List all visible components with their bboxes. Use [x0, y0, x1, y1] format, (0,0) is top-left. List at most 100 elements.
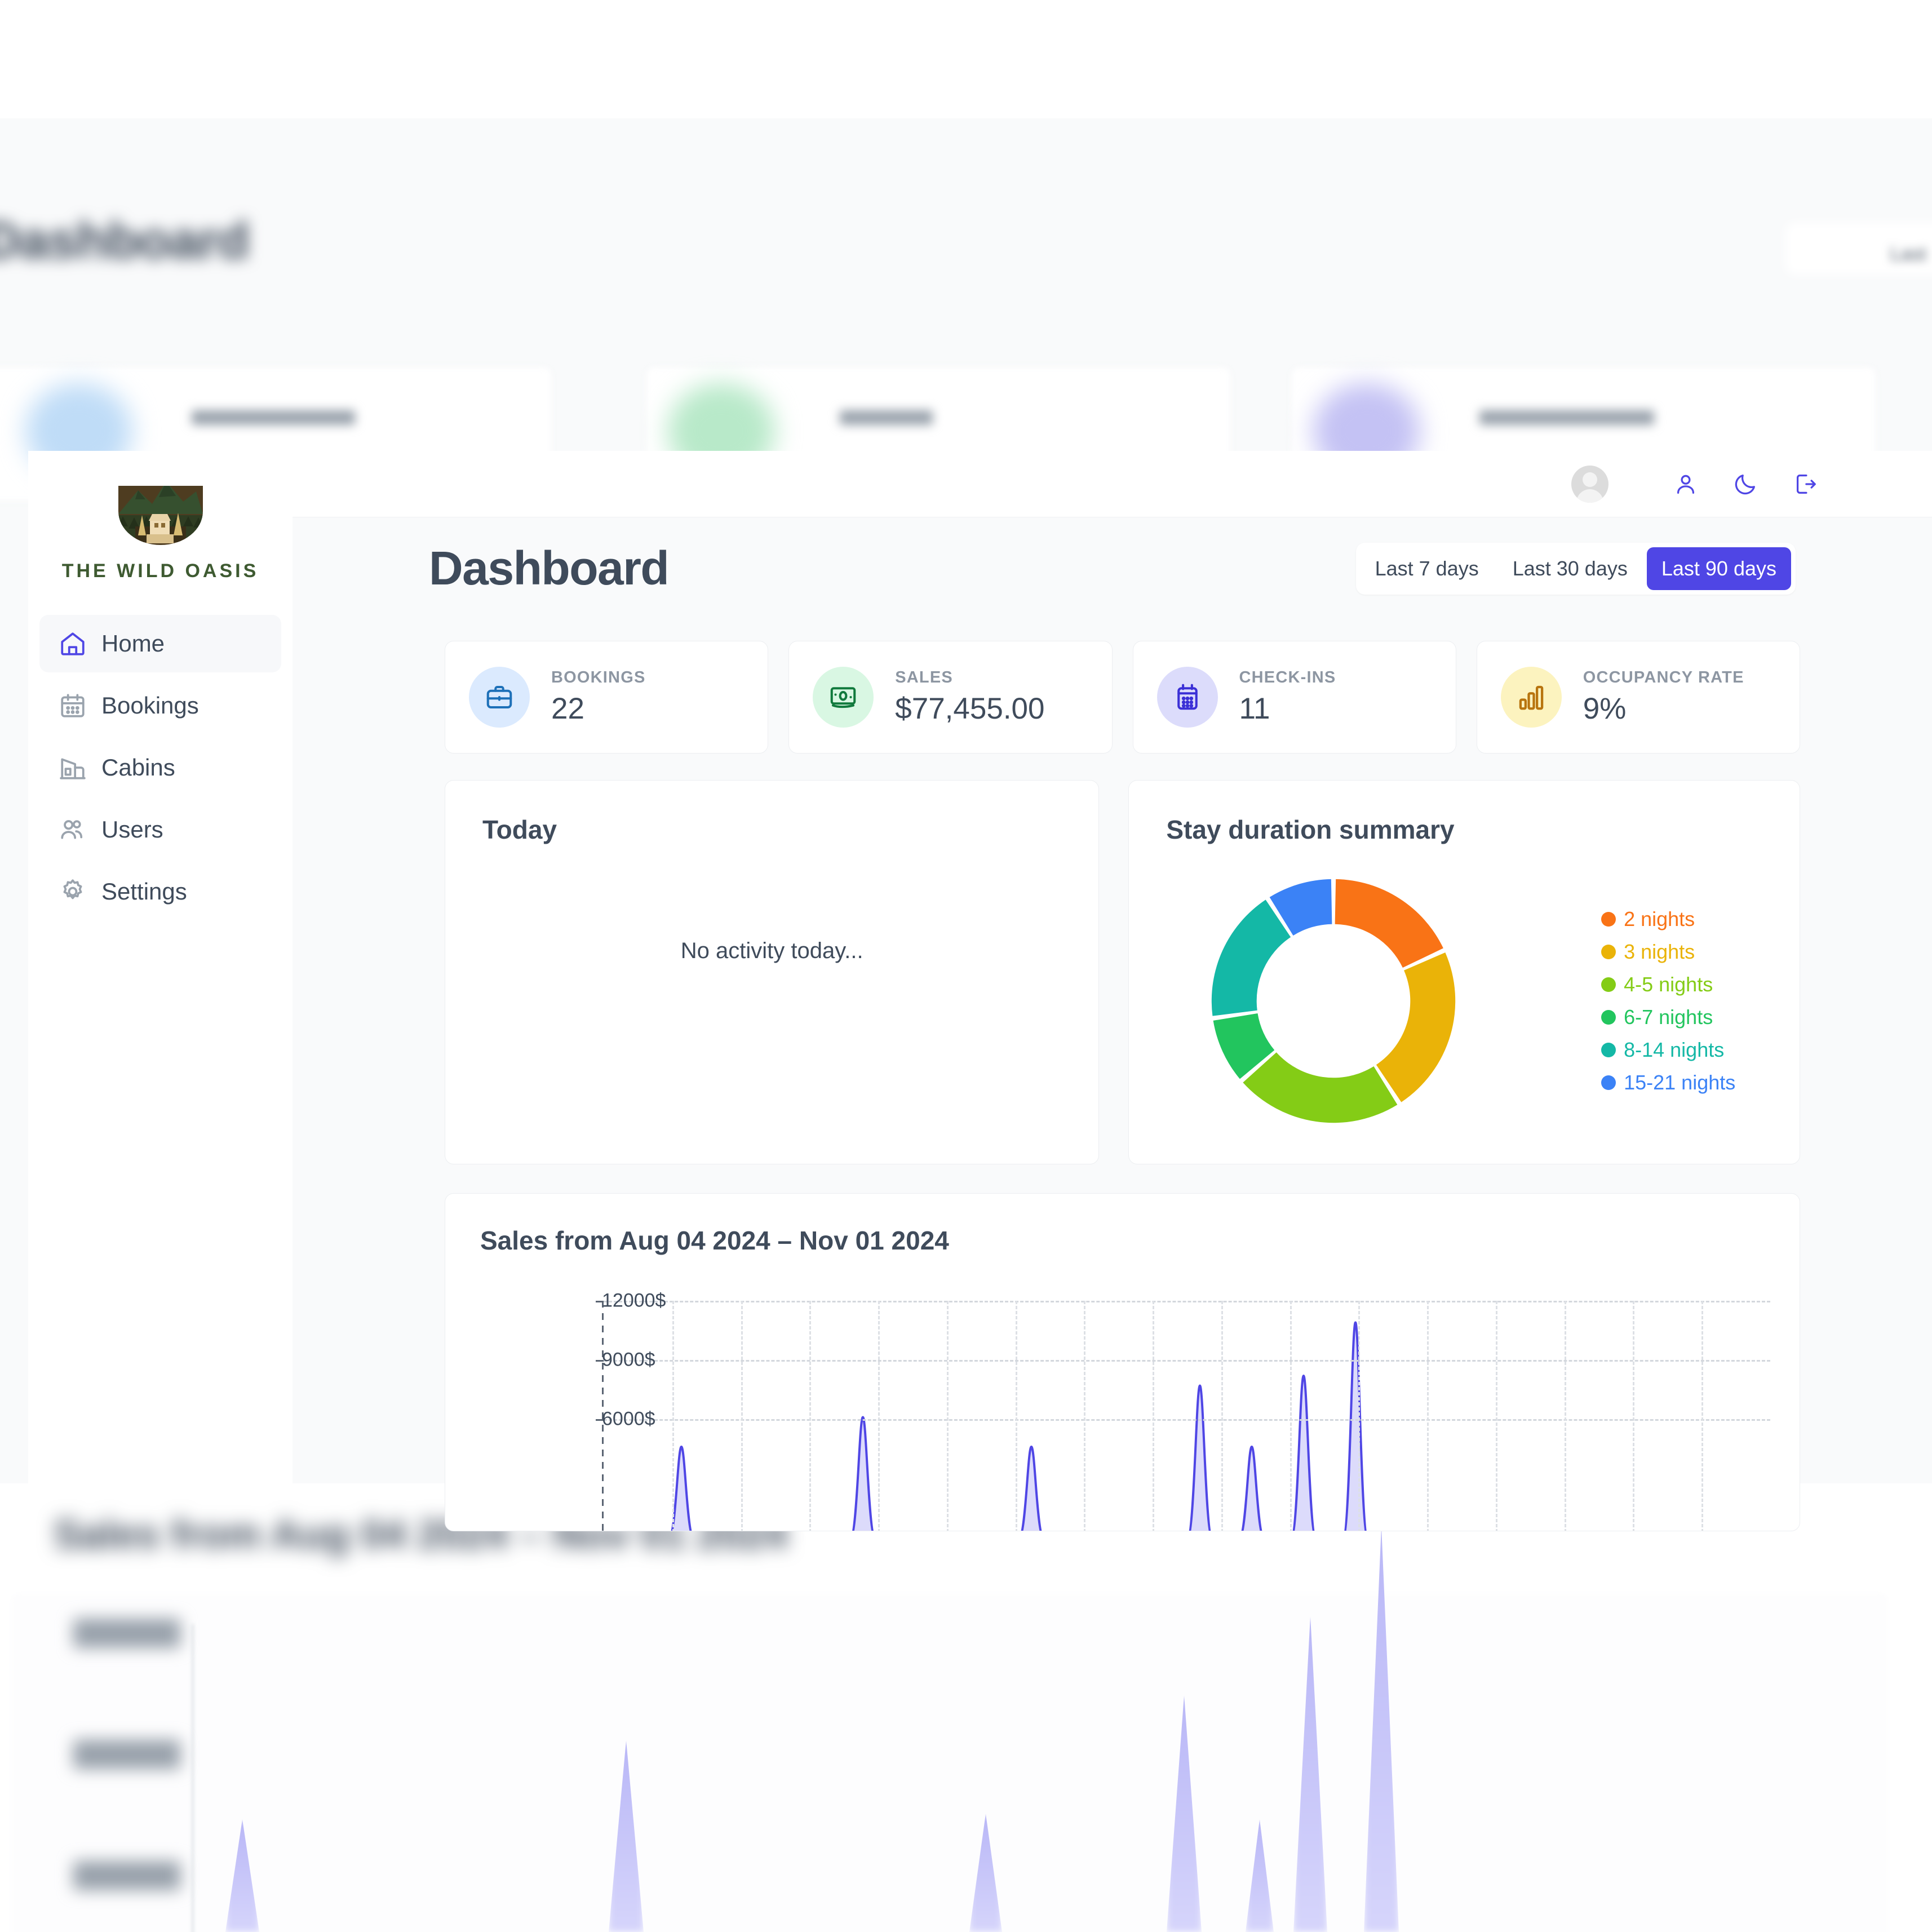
sales-area-series: [671, 1321, 1367, 1531]
background-stat-label: [1479, 410, 1654, 425]
legend-item: 2 nights: [1601, 907, 1735, 931]
stat-value: 11: [1239, 692, 1270, 725]
today-empty-text: No activity today...: [680, 938, 863, 963]
background-axis: [192, 1624, 194, 1932]
filter-last-30-days[interactable]: Last 30 days: [1498, 547, 1642, 590]
sidebar-item-settings[interactable]: Settings: [39, 863, 281, 920]
vertical-gridline: [672, 1301, 674, 1531]
stats-row: BOOKINGS 22 SALES $77,455.00 CHECK-INS 1…: [445, 641, 1800, 754]
sidebar-item-cabins[interactable]: Cabins: [39, 739, 281, 796]
home-icon: [61, 632, 85, 655]
stat-value: 9%: [1583, 692, 1627, 725]
sidebar: THE WILD OASIS Home Bookings Cabins User…: [28, 451, 293, 1483]
brand-block: THE WILD OASIS: [28, 451, 293, 582]
avatar[interactable]: [1571, 465, 1608, 503]
brand-name: THE WILD OASIS: [61, 560, 259, 582]
background-stat-label: [840, 410, 933, 425]
sales-title: Sales from Aug 04 2024 – Nov 01 2024: [480, 1226, 949, 1255]
gear-icon: [63, 879, 82, 899]
vertical-gridline: [809, 1301, 812, 1531]
background-top-band: [0, 0, 1932, 118]
sidebar-item-users[interactable]: Users: [39, 801, 281, 858]
filter-last-7-days[interactable]: Last 7 days: [1361, 547, 1494, 590]
calendar-icon: [61, 694, 85, 717]
sidebar-item-label: Settings: [101, 878, 187, 905]
vertical-gridline: [1221, 1301, 1223, 1531]
background-header-band: [0, 118, 1932, 361]
vertical-gridline: [1290, 1301, 1292, 1531]
vertical-gridline: [741, 1301, 743, 1531]
moon-icon[interactable]: [1732, 471, 1758, 497]
background-ytick: [73, 1619, 180, 1648]
filter-last-90-days[interactable]: Last 90 days: [1646, 547, 1791, 590]
stay-duration-title: Stay duration summary: [1166, 815, 1455, 844]
vertical-gridline: [1495, 1301, 1497, 1531]
vertical-gridline: [1427, 1301, 1429, 1531]
stat-label: SALES: [895, 668, 953, 686]
legend-label: 8-14 nights: [1624, 1038, 1725, 1061]
sidebar-item-bookings[interactable]: Bookings: [39, 677, 281, 734]
donut-chart: [1211, 879, 1456, 1123]
vertical-gridline: [878, 1301, 880, 1531]
page-head: Dashboard Last 7 days Last 30 days Last …: [429, 541, 1796, 596]
money-icon: [830, 687, 856, 708]
background-lower-panel: [11, 1593, 1888, 1932]
legend-item: 6-7 nights: [1601, 1005, 1735, 1029]
vertical-gridline: [1153, 1301, 1155, 1531]
sales-chart-area: 12000$ 9000$ 6000$: [480, 1290, 1770, 1531]
today-panel: Today No activity today...: [445, 780, 1100, 1164]
stat-label: CHECK-INS: [1239, 668, 1336, 686]
donut-chart-wrap: 2 nights 3 nights 4-5 nights 6-7 nights 8-14…: [1129, 853, 1800, 1149]
vertical-gridline: [1564, 1301, 1566, 1531]
vertical-gridline: [1701, 1301, 1704, 1531]
sidebar-item-label: Bookings: [101, 692, 199, 719]
donut-slice: [1335, 879, 1443, 968]
stat-card-occupancy-rate: OCCUPANCY RATE 9%: [1476, 641, 1800, 754]
vertical-gridline: [1633, 1301, 1635, 1531]
briefcase-icon: [486, 685, 512, 709]
legend-label: 4-5 nights: [1624, 973, 1713, 996]
legend-color-dot: [1601, 1043, 1616, 1057]
date-filter-group[interactable]: Last 7 days Last 30 days Last 90 days: [1355, 542, 1796, 595]
sales-plot: [596, 1301, 1770, 1531]
legend-color-dot: [1601, 1075, 1616, 1090]
donut-slice: [1376, 952, 1456, 1102]
donut-slice: [1211, 899, 1291, 1016]
cabin-mountain-logo-icon: [118, 486, 203, 545]
app-header: [293, 451, 1932, 517]
background-filter-pill-label: Last: [1890, 243, 1926, 265]
stat-label: BOOKINGS: [551, 668, 646, 686]
page-title: Dashboard: [429, 542, 670, 595]
sidebar-item-label: Home: [101, 630, 165, 657]
legend-color-dot: [1601, 912, 1616, 927]
bars-icon: [1519, 685, 1544, 710]
background-stat-label: [192, 410, 355, 425]
background-ytick: [73, 1740, 180, 1769]
stat-card-sales: SALES $77,455.00: [788, 641, 1113, 754]
header-icon-group: [1673, 471, 1818, 497]
bars-icon-wrap: [1500, 667, 1562, 728]
horizontal-gridline: [604, 1360, 1770, 1362]
sales-panel: Sales from Aug 04 2024 – Nov 01 2024 120…: [445, 1193, 1800, 1531]
sidebar-nav[interactable]: Home Bookings Cabins Users Settings: [28, 615, 293, 920]
cabin-icon: [60, 758, 86, 779]
mid-row: Today No activity today... Stay duration…: [445, 780, 1800, 1164]
briefcase-icon-wrap: [469, 667, 530, 728]
logout-icon[interactable]: [1792, 471, 1818, 497]
stay-duration-panel: Stay duration summary 2 nights 3 nights 4-…: [1128, 780, 1800, 1164]
vertical-gridline: [946, 1301, 949, 1531]
stat-card-bookings: BOOKINGS 22: [445, 641, 769, 754]
vertical-gridline: [1084, 1301, 1086, 1531]
legend-color-dot: [1601, 977, 1616, 992]
user-icon[interactable]: [1673, 471, 1699, 497]
legend-item: 3 nights: [1601, 940, 1735, 964]
sidebar-item-home[interactable]: Home: [39, 615, 281, 672]
check-in-calendar-icon-wrap: [1156, 667, 1218, 728]
stat-label: OCCUPANCY RATE: [1583, 668, 1744, 686]
stat-value: $77,455.00: [895, 692, 1045, 725]
background-lower-section: Sales from Aug 04 2024 – Nov 01 2024: [0, 1483, 1932, 1932]
background-page-title: Dashboard: [0, 212, 250, 269]
stat-value: 22: [551, 692, 584, 725]
stat-card-check-ins: CHECK-INS 11: [1132, 641, 1456, 754]
money-icon-wrap: [813, 667, 874, 728]
